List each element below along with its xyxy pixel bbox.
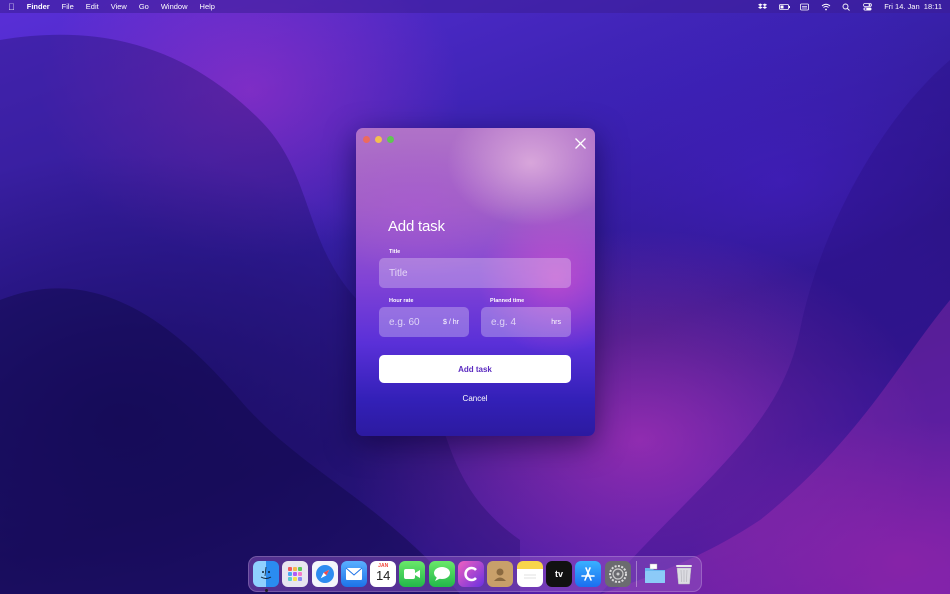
hour-rate-placeholder: e.g. 60 (389, 316, 420, 328)
hour-rate-label: Hour rate (389, 298, 414, 304)
calendar-day: 14 (375, 568, 391, 583)
dock-separator (635, 561, 637, 587)
system-preferences-icon[interactable] (604, 561, 631, 587)
menu-app-name[interactable]: Finder (27, 2, 50, 11)
dropbox-icon[interactable] (758, 2, 768, 11)
zoom-window-button[interactable] (387, 136, 394, 143)
dialog-title: Add task (388, 218, 445, 235)
calendar-icon[interactable]: JAN 14 (370, 561, 397, 587)
timing-app-icon[interactable] (458, 561, 485, 587)
close-window-button[interactable] (363, 136, 370, 143)
menu-window[interactable]: Window (161, 2, 188, 11)
keyboard-icon[interactable] (800, 3, 810, 11)
search-icon[interactable] (842, 3, 851, 11)
menu-file[interactable]: File (62, 2, 74, 11)
hour-rate-input[interactable]: e.g. 60 $ / hr (379, 307, 469, 337)
downloads-folder-icon[interactable] (642, 561, 668, 587)
safari-icon[interactable] (311, 561, 338, 587)
planned-time-placeholder: e.g. 4 (491, 316, 517, 328)
menu-go[interactable]: Go (139, 2, 149, 11)
planned-time-input[interactable]: e.g. 4 hrs (481, 307, 571, 337)
menu-view[interactable]: View (111, 2, 127, 11)
apple-tv-icon[interactable]: tv (545, 561, 572, 587)
minimize-window-button[interactable] (375, 136, 382, 143)
app-store-icon[interactable] (575, 561, 602, 587)
menu-clock[interactable]: Fri 14. Jan 18:11 (884, 2, 942, 11)
messages-icon[interactable] (428, 561, 455, 587)
wifi-icon[interactable] (821, 3, 831, 11)
menu-bar:  Finder File Edit View Go Window Help F… (0, 0, 950, 13)
finder-icon[interactable] (253, 561, 279, 592)
cancel-button[interactable]: Cancel (436, 390, 514, 406)
notes-icon[interactable] (516, 561, 543, 587)
launchpad-icon[interactable] (282, 561, 309, 587)
battery-icon[interactable] (779, 3, 791, 11)
menu-edit[interactable]: Edit (86, 2, 99, 11)
trash-icon[interactable] (671, 561, 697, 587)
apple-tv-label: tv (554, 569, 563, 579)
control-center-icon[interactable] (863, 2, 873, 11)
menu-help[interactable]: Help (200, 2, 215, 11)
hour-rate-unit: $ / hr (443, 318, 459, 326)
planned-time-unit: hrs (551, 318, 561, 326)
planned-time-label: Planned time (490, 298, 525, 304)
contacts-icon[interactable] (487, 561, 514, 587)
mail-icon[interactable] (340, 561, 367, 587)
title-placeholder: Title (389, 267, 408, 279)
add-task-button[interactable]: Add task (379, 355, 571, 383)
facetime-icon[interactable] (399, 561, 426, 587)
window-controls (363, 136, 394, 143)
title-input[interactable]: Title (379, 258, 571, 288)
add-task-dialog: Add task Title Title Hour rate e.g. 60 $… (356, 128, 595, 436)
title-label: Title (389, 249, 401, 255)
close-icon[interactable] (574, 137, 587, 150)
apple-icon[interactable]:  (8, 2, 15, 12)
dock: JAN 14 tv (248, 556, 702, 592)
